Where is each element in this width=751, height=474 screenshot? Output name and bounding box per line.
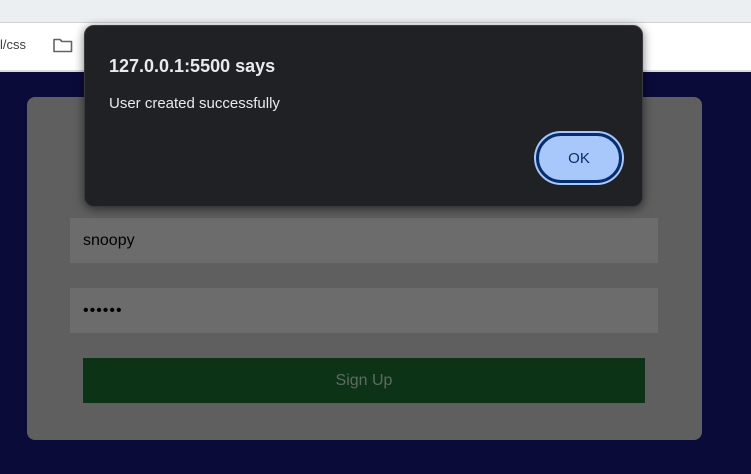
- bookmark-item-css[interactable]: l/css: [0, 37, 26, 52]
- ok-button[interactable]: OK: [536, 133, 622, 183]
- alert-message: User created successfully: [109, 95, 280, 112]
- folder-icon[interactable]: [53, 37, 73, 53]
- signup-button[interactable]: Sign Up: [83, 358, 645, 403]
- password-input[interactable]: ••••••: [70, 288, 658, 333]
- username-input[interactable]: snoopy: [70, 218, 658, 263]
- alert-title: 127.0.0.1:5500 says: [109, 56, 276, 76]
- alert-dialog: 127.0.0.1:5500 says User created success…: [84, 25, 643, 207]
- browser-tabstrip: [0, 0, 751, 23]
